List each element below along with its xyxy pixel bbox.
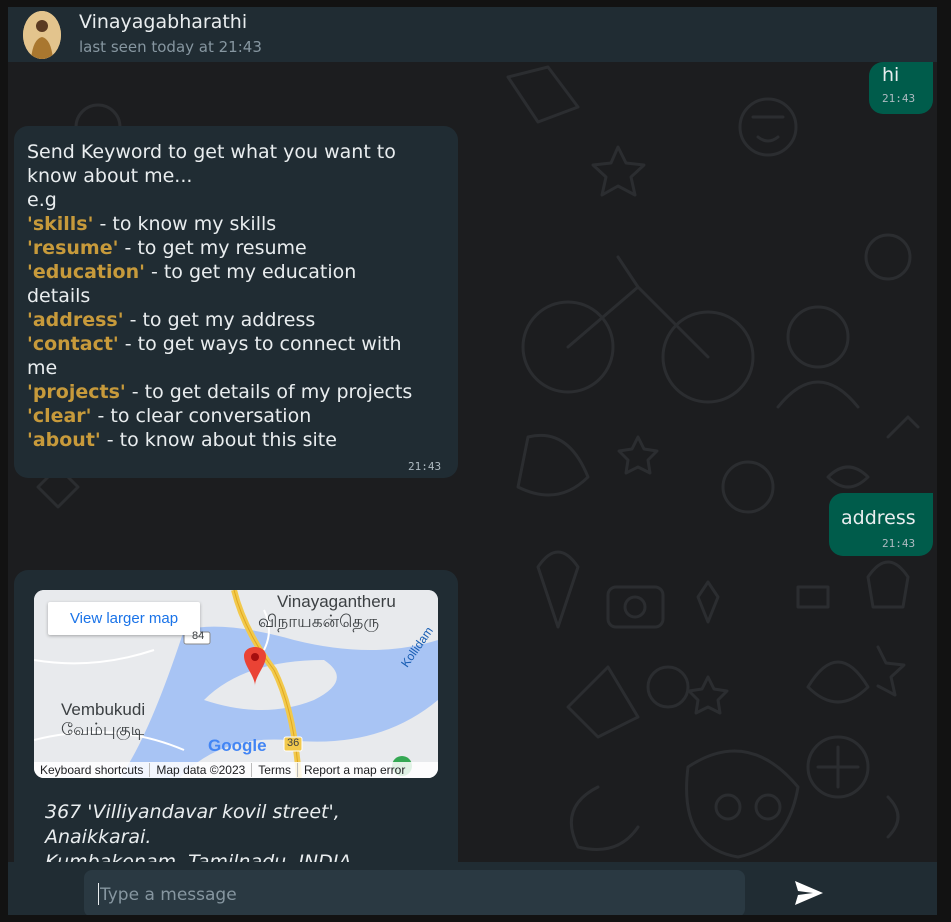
message-input[interactable] bbox=[98, 870, 732, 915]
map-road-label: 84 bbox=[192, 630, 205, 642]
last-seen-status: last seen today at 21:43 bbox=[79, 38, 262, 56]
keyword-item: 'about' - to know about this site bbox=[27, 428, 447, 452]
message-text: address bbox=[841, 507, 916, 529]
keyword-description: - to get my address bbox=[123, 309, 316, 331]
intro-line: know about me... bbox=[27, 165, 193, 187]
message-time: 21:43 bbox=[882, 537, 916, 550]
outgoing-message: hi 21:43 bbox=[869, 62, 933, 114]
keyword: 'address' bbox=[27, 309, 124, 331]
text-caret bbox=[98, 883, 99, 905]
map-attribution-bar: Keyboard shortcuts Map data ©2023 Terms … bbox=[34, 762, 438, 778]
keyword-description: - to get my resume bbox=[118, 237, 307, 259]
incoming-location-message: View larger map Vinayagantheru விநாயகன்த… bbox=[14, 570, 458, 873]
keyword-description: details bbox=[27, 285, 91, 307]
google-logo: Google bbox=[208, 736, 267, 755]
keyword: 'clear' bbox=[27, 405, 92, 427]
address-line: Anaikkarai. bbox=[45, 826, 152, 848]
keyword-description: - to get ways to connect with bbox=[118, 333, 402, 355]
keyword-item: 'contact' - to get ways to connect with bbox=[27, 332, 447, 356]
keyword-item: 'projects' - to get details of my projec… bbox=[27, 380, 447, 404]
keyword-description: - to get details of my projects bbox=[125, 381, 413, 403]
send-icon[interactable] bbox=[793, 879, 825, 907]
view-larger-map-link[interactable]: View larger map bbox=[48, 602, 200, 635]
keyword-item: 'skills' - to know my skills bbox=[27, 212, 447, 236]
message-composer bbox=[8, 862, 937, 915]
message-text: hi bbox=[882, 64, 900, 86]
chat-header: Vinayagabharathi last seen today at 21:4… bbox=[8, 7, 937, 62]
intro-line: Send Keyword to get what you want to bbox=[27, 141, 396, 163]
map-road-label: 36 bbox=[287, 737, 300, 749]
contact-name: Vinayagabharathi bbox=[79, 11, 248, 33]
incoming-message: Send Keyword to get what you want to kno… bbox=[14, 126, 458, 478]
keyword: 'contact' bbox=[27, 333, 119, 355]
avatar[interactable] bbox=[23, 11, 61, 59]
keyboard-shortcuts-link[interactable]: Keyboard shortcuts bbox=[34, 763, 151, 777]
keyword-item: 'education' - to get my education bbox=[27, 260, 447, 284]
keyword: 'projects' bbox=[27, 381, 126, 403]
keyword-description: - to clear conversation bbox=[91, 405, 312, 427]
keyword-description: - to know about this site bbox=[100, 429, 337, 451]
keyword: 'resume' bbox=[27, 237, 119, 259]
avatar-image bbox=[23, 11, 61, 59]
address-line: 367 'Villiyandavar kovil street', bbox=[45, 801, 340, 823]
map-place-label: Vembukudi bbox=[61, 700, 146, 719]
map-place-label: Vinayagantheru bbox=[277, 592, 396, 611]
map-place-label: விநாயகன்தெரு bbox=[258, 612, 380, 632]
intro-line: e.g bbox=[27, 189, 57, 211]
message-input-box[interactable] bbox=[84, 870, 745, 915]
keyword-item: details bbox=[27, 284, 447, 308]
embedded-map[interactable]: View larger map Vinayagantheru விநாயகன்த… bbox=[34, 590, 438, 778]
keyword-description: me bbox=[27, 357, 58, 379]
keyword-description: - to know my skills bbox=[93, 213, 277, 235]
terms-link[interactable]: Terms bbox=[252, 763, 298, 777]
outgoing-message: address 21:43 bbox=[829, 493, 933, 556]
keyword-item: me bbox=[27, 356, 447, 380]
report-map-error-link[interactable]: Report a map error bbox=[298, 763, 411, 777]
map-place-label: வேம்புகுடி bbox=[61, 720, 145, 740]
map-data-label: Map data ©2023 bbox=[150, 763, 253, 777]
keyword: 'about' bbox=[27, 429, 101, 451]
message-time: 21:43 bbox=[882, 92, 916, 105]
message-time: 21:43 bbox=[408, 460, 442, 473]
keyword-item: 'clear' - to clear conversation bbox=[27, 404, 447, 428]
keyword: 'education' bbox=[27, 261, 145, 283]
keyword-item: 'resume' - to get my resume bbox=[27, 236, 447, 260]
keyword: 'skills' bbox=[27, 213, 94, 235]
keyword-item: 'address' - to get my address bbox=[27, 308, 447, 332]
keyword-description: - to get my education bbox=[144, 261, 357, 283]
keyword-list: Send Keyword to get what you want to kno… bbox=[27, 140, 447, 452]
chat-window: Vinayagabharathi last seen today at 21:4… bbox=[8, 7, 937, 915]
